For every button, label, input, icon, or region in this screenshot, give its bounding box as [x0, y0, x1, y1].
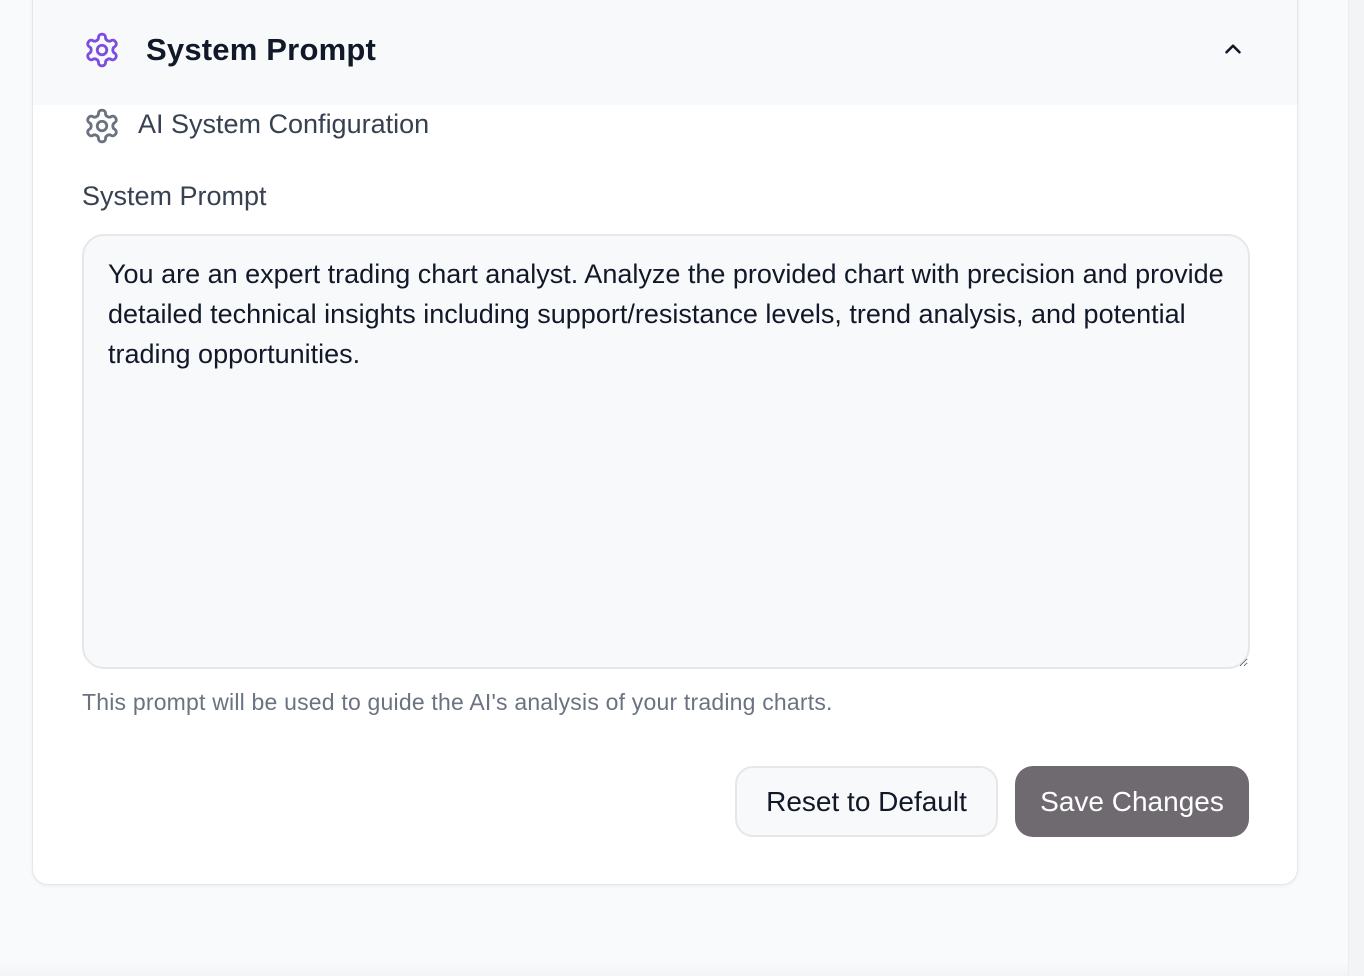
config-subtitle: AI System Configuration: [138, 109, 430, 139]
system-prompt-label: System Prompt: [82, 181, 267, 211]
collapse-button[interactable]: [1218, 36, 1248, 66]
section-header[interactable]: System Prompt: [33, 0, 1297, 105]
reset-to-default-button[interactable]: Reset to Default: [735, 766, 998, 837]
page-bottom-edge: [0, 962, 1348, 976]
system-prompt-card: System Prompt AI System Configuration Sy…: [32, 0, 1298, 885]
chevron-up-icon: [1220, 36, 1246, 67]
helper-text: This prompt will be used to guide the AI…: [82, 689, 833, 715]
system-prompt-textarea[interactable]: You are an expert trading chart analyst.…: [82, 234, 1250, 669]
gear-icon: [83, 107, 121, 145]
save-changes-button[interactable]: Save Changes: [1015, 766, 1249, 837]
page-scrollbar-track[interactable]: [1348, 0, 1364, 976]
gear-icon: [83, 31, 121, 69]
section-title: System Prompt: [146, 32, 376, 67]
